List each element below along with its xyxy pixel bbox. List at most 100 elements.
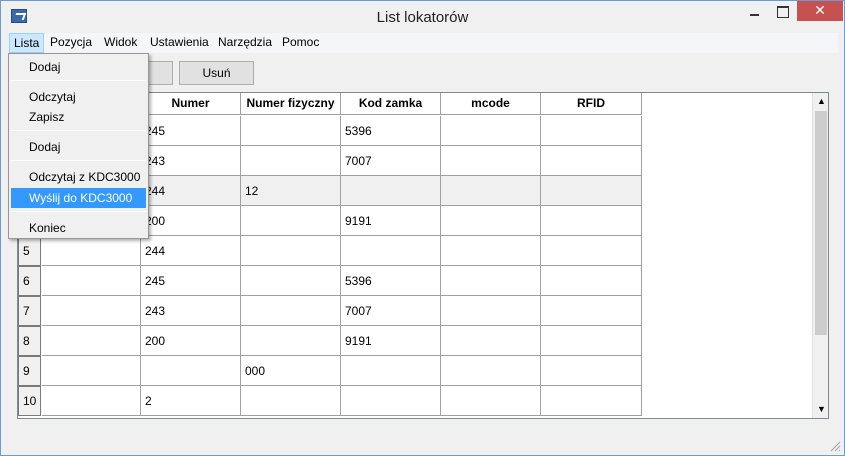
menu-widok[interactable]: Widok [104, 35, 137, 49]
cell-numer[interactable]: 200 [141, 326, 241, 356]
menu-item-odczytaj-kdc3000[interactable]: Odczytaj z KDC3000 [11, 167, 146, 187]
cell-rfid[interactable] [541, 236, 642, 266]
cell-name[interactable] [42, 236, 141, 266]
cell-kod-zamka[interactable]: 7007 [341, 296, 441, 326]
row-header[interactable]: 8 [18, 326, 41, 356]
cell-mcode[interactable] [441, 116, 541, 146]
header-rfid[interactable]: RFID [541, 93, 642, 115]
menu-pomoc[interactable]: Pomoc [282, 35, 319, 49]
row-header[interactable]: 9 [18, 356, 41, 386]
cell-rfid[interactable] [541, 116, 642, 146]
cell-rfid[interactable] [541, 356, 642, 386]
cell-name[interactable] [42, 296, 141, 326]
cell-numer[interactable]: 243 [141, 146, 241, 176]
minimize-icon[interactable] [741, 1, 767, 21]
cell-mcode[interactable] [441, 206, 541, 236]
cell-numer-fizyczny[interactable]: 12 [241, 176, 341, 206]
table-row[interactable]: 9 000 [18, 356, 642, 386]
cell-numer-fizyczny[interactable] [241, 236, 341, 266]
vertical-scrollbar[interactable]: ▲ ▼ [812, 93, 828, 418]
header-numer-fizyczny[interactable]: Numer fizyczny [241, 93, 341, 115]
cell-mcode[interactable] [441, 266, 541, 296]
row-header[interactable]: 7 [18, 296, 41, 326]
menu-item-odczytaj[interactable]: Odczytaj [11, 87, 146, 107]
cell-mcode[interactable] [441, 386, 541, 416]
cell-mcode[interactable] [441, 146, 541, 176]
cell-numer[interactable]: 244 [141, 176, 241, 206]
close-icon: ✕ [814, 2, 826, 18]
row-header[interactable]: 5 [18, 236, 41, 266]
cell-rfid[interactable] [541, 296, 642, 326]
cell-kod-zamka[interactable] [341, 356, 441, 386]
cell-rfid[interactable] [541, 386, 642, 416]
close-button[interactable]: ✕ [797, 1, 843, 21]
title-bar[interactable]: List lokatorów ✕ [1, 1, 844, 33]
cell-numer[interactable]: 243 [141, 296, 241, 326]
table-row[interactable]: 10 2 [18, 386, 642, 416]
cell-rfid[interactable] [541, 176, 642, 206]
menu-separator [11, 160, 146, 161]
table-row[interactable]: 6 245 5396 [18, 266, 642, 296]
menu-item-dodaj-2[interactable]: Dodaj [11, 137, 146, 157]
header-kod-zamka[interactable]: Kod zamka [341, 93, 441, 115]
cell-kod-zamka[interactable]: 9191 [341, 326, 441, 356]
menu-bar: Lista Pozycja Widok Ustawienia Narzędzia… [9, 33, 838, 53]
cell-numer[interactable]: 244 [141, 236, 241, 266]
cell-kod-zamka[interactable] [341, 176, 441, 206]
scroll-thumb[interactable] [815, 111, 827, 335]
menu-item-zapisz[interactable]: Zapisz [11, 107, 146, 127]
cell-mcode[interactable] [441, 326, 541, 356]
menu-item-koniec[interactable]: Koniec [11, 218, 146, 238]
cell-rfid[interactable] [541, 206, 642, 236]
table-row[interactable]: 7 243 7007 [18, 296, 642, 326]
menu-pozycja[interactable]: Pozycja [50, 35, 92, 49]
cell-numer-fizyczny[interactable] [241, 386, 341, 416]
cell-numer-fizyczny[interactable] [241, 206, 341, 236]
menu-item-dodaj[interactable]: Dodaj [11, 57, 146, 77]
cell-kod-zamka[interactable]: 9191 [341, 206, 441, 236]
menu-narzedzia[interactable]: Narzędzia [218, 35, 272, 49]
cell-numer[interactable]: 2 [141, 386, 241, 416]
resize-grip-icon[interactable] [829, 440, 841, 452]
menu-lista[interactable]: Lista [9, 33, 45, 53]
cell-mcode[interactable] [441, 236, 541, 266]
cell-rfid[interactable] [541, 146, 642, 176]
cell-numer-fizyczny[interactable] [241, 146, 341, 176]
table-row[interactable]: 8 200 9191 [18, 326, 642, 356]
cell-mcode[interactable] [441, 176, 541, 206]
grid-empty-area [642, 93, 812, 418]
cell-kod-zamka[interactable] [341, 236, 441, 266]
cell-numer-fizyczny[interactable] [241, 116, 341, 146]
delete-button[interactable]: Usuń [179, 61, 254, 85]
row-header[interactable]: 6 [18, 266, 41, 296]
cell-name[interactable] [42, 386, 141, 416]
header-mcode[interactable]: mcode [441, 93, 541, 115]
cell-mcode[interactable] [441, 296, 541, 326]
scroll-up-icon[interactable]: ▲ [813, 93, 828, 110]
cell-kod-zamka[interactable]: 5396 [341, 266, 441, 296]
menu-item-wyslij-kdc3000[interactable]: Wyślij do KDC3000 [11, 188, 146, 208]
cell-numer-fizyczny[interactable] [241, 266, 341, 296]
menu-ustawienia[interactable]: Ustawienia [150, 35, 209, 49]
cell-numer[interactable]: 245 [141, 116, 241, 146]
cell-name[interactable] [42, 266, 141, 296]
cell-numer[interactable] [141, 356, 241, 386]
cell-name[interactable] [42, 326, 141, 356]
cell-numer-fizyczny[interactable] [241, 296, 341, 326]
cell-kod-zamka[interactable]: 7007 [341, 146, 441, 176]
table-row[interactable]: 5 244 [18, 236, 642, 266]
cell-numer-fizyczny[interactable] [241, 326, 341, 356]
cell-name[interactable] [42, 356, 141, 386]
cell-kod-zamka[interactable] [341, 386, 441, 416]
row-header[interactable]: 10 [18, 386, 41, 416]
cell-numer[interactable]: 245 [141, 266, 241, 296]
cell-numer[interactable]: 200 [141, 206, 241, 236]
cell-rfid[interactable] [541, 326, 642, 356]
maximize-icon[interactable] [769, 1, 795, 21]
scroll-down-icon[interactable]: ▼ [813, 401, 828, 418]
header-numer[interactable]: Numer [141, 93, 241, 115]
cell-mcode[interactable] [441, 356, 541, 386]
cell-rfid[interactable] [541, 266, 642, 296]
cell-numer-fizyczny[interactable]: 000 [241, 356, 341, 386]
cell-kod-zamka[interactable]: 5396 [341, 116, 441, 146]
